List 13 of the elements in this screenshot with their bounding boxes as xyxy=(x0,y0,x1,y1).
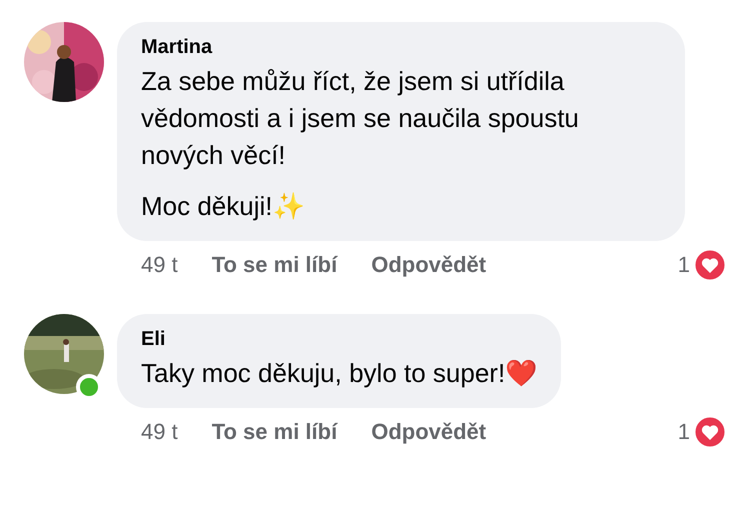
reply-button[interactable]: Odpovědět xyxy=(371,419,486,445)
reaction-count[interactable]: 1 xyxy=(678,419,690,445)
comment-text: Moc děkuji!✨ xyxy=(141,190,306,223)
like-button[interactable]: To se mi líbí xyxy=(212,419,338,445)
comment-text: Za sebe můžu říct, že jsem si utřídila vědomosti a i jsem se naučila spoustu nových věcí! xyxy=(141,65,580,172)
reaction-count[interactable]: 1 xyxy=(678,252,690,278)
author-name[interactable]: Eli xyxy=(141,328,538,351)
like-button[interactable]: To se mi líbí xyxy=(212,252,338,278)
author-name[interactable]: Martina xyxy=(141,36,661,59)
comment-time[interactable]: 49 t xyxy=(141,419,178,445)
comment-time[interactable]: 49 t xyxy=(141,252,178,278)
reply-button[interactable]: Odpovědět xyxy=(371,252,486,278)
comment-text: Taky moc děkuju, bylo to super!❤ xyxy=(141,357,538,390)
